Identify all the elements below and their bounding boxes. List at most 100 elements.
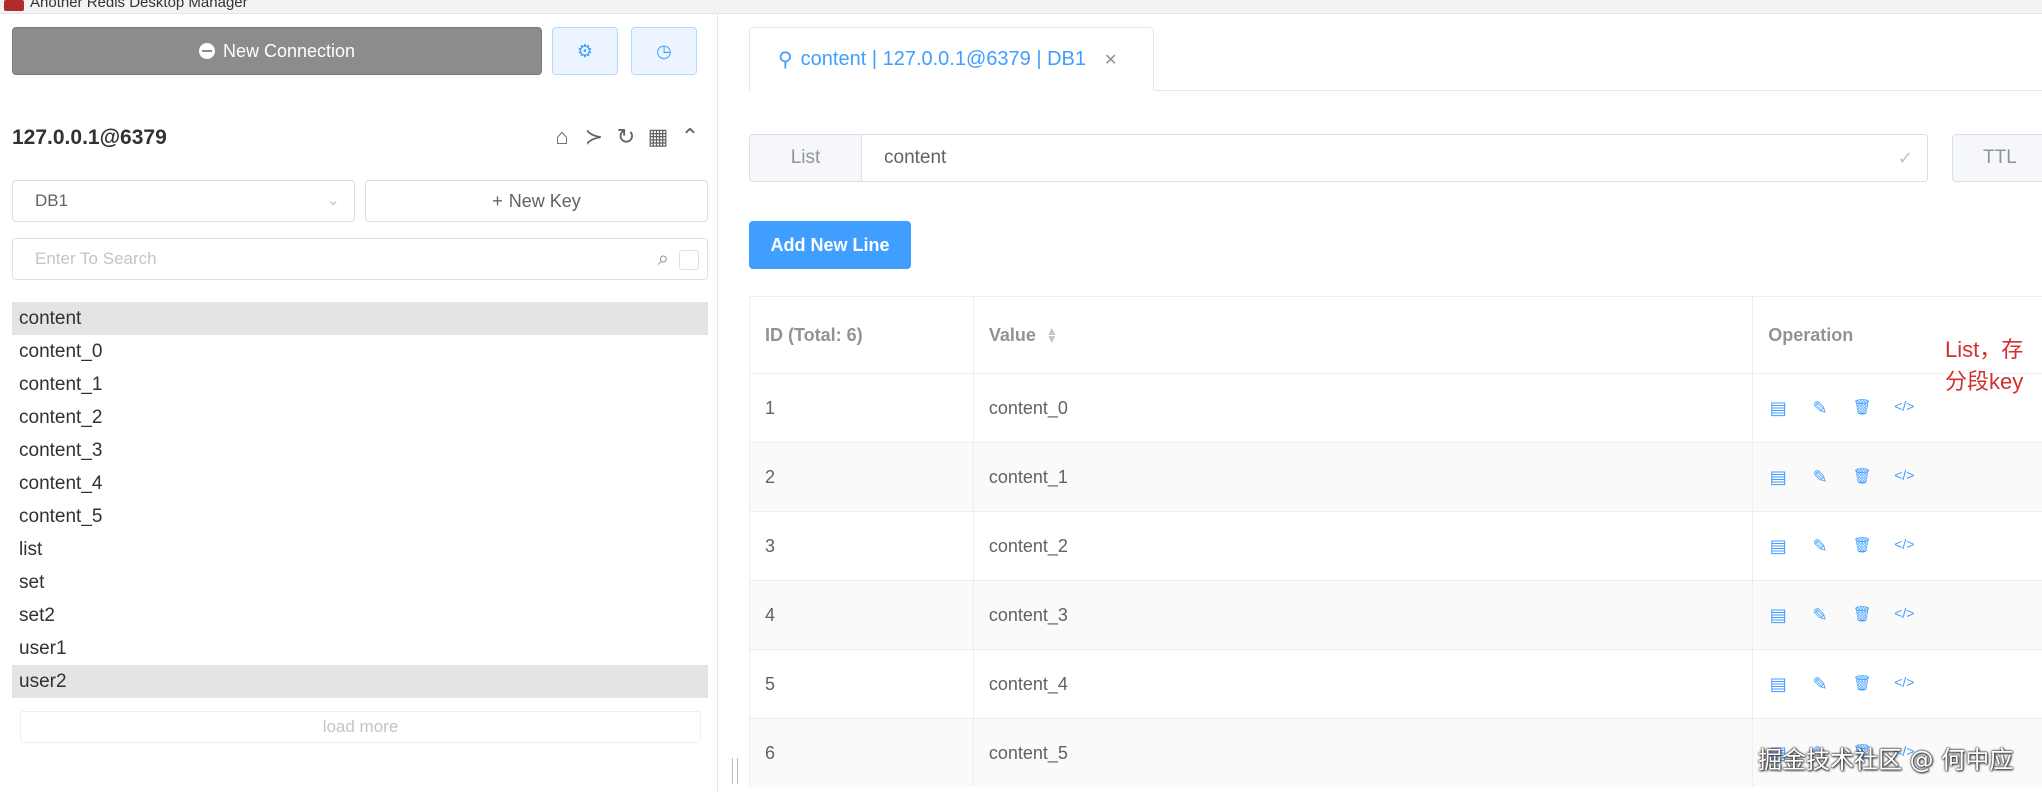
code-icon[interactable]: </>: [1894, 536, 1914, 557]
db-select[interactable]: DB1 ⌄: [12, 180, 355, 222]
tab-label: content | 127.0.0.1@6379 | DB1: [800, 48, 1086, 70]
tab-divider: [1154, 90, 2042, 91]
operation-icons: ▤ ✎ 🗑 </>: [1768, 467, 1915, 488]
clock-icon: ◷: [656, 40, 672, 61]
home-icon[interactable]: ⌂: [550, 124, 574, 150]
row-value: content_0: [974, 374, 1754, 442]
edit-icon[interactable]: ✎: [1810, 605, 1830, 626]
key-name-value: content: [884, 147, 947, 168]
key-list-item[interactable]: content_4: [12, 467, 708, 500]
table-row: 1 content_0 ▤ ✎ 🗑 </>: [750, 373, 2042, 442]
operation-icons: ▤ ✎ 🗑 </>: [1768, 605, 1915, 626]
connection-name[interactable]: 127.0.0.1@6379: [12, 126, 167, 150]
key-icon: ⚲: [778, 49, 793, 71]
new-key-button[interactable]: + New Key: [365, 180, 708, 222]
key-list-item[interactable]: user2: [12, 665, 708, 698]
row-id: 2: [750, 443, 974, 511]
column-header-id: ID (Total: 6): [750, 297, 974, 373]
row-value: content_1: [974, 443, 1754, 511]
row-operations: ▤ ✎ 🗑 </>: [1753, 581, 2042, 649]
key-list-item[interactable]: set: [12, 566, 708, 599]
view-icon[interactable]: ▤: [1768, 674, 1788, 695]
code-icon[interactable]: </>: [1894, 467, 1914, 488]
table-row: 3 content_2 ▤ ✎ 🗑 </>: [750, 511, 2042, 580]
key-list-item[interactable]: list: [12, 533, 708, 566]
key-list-item[interactable]: content_5: [12, 500, 708, 533]
row-operations: ▤ ✎ 🗑 </>: [1753, 650, 2042, 718]
key-list-item[interactable]: set2: [12, 599, 708, 632]
key-name-input[interactable]: content ✓: [862, 134, 1928, 182]
terminal-icon[interactable]: ≻: [582, 124, 606, 150]
table-body: 1 content_0 ▤ ✎ 🗑 </> 2 content_1 ▤ ✎ 🗑 </> 3 content…: [750, 373, 2042, 787]
edit-icon[interactable]: ✎: [1810, 674, 1830, 695]
new-connection-label: New Connection: [222, 40, 356, 61]
row-value: content_3: [974, 581, 1754, 649]
exact-match-checkbox[interactable]: [679, 250, 699, 270]
delete-icon[interactable]: 🗑: [1852, 467, 1872, 488]
ttl-label: TTL: [1952, 134, 2042, 182]
sort-icon[interactable]: ▲ ▼: [1046, 325, 1058, 345]
view-icon[interactable]: ▤: [1768, 467, 1788, 488]
row-value: content_2: [974, 512, 1754, 580]
operation-icons: ▤ ✎ 🗑 </>: [1768, 536, 1915, 557]
key-type-label: List: [749, 134, 862, 182]
db-select-value: DB1: [35, 191, 69, 210]
table-row: 4 content_3 ▤ ✎ 🗑 </>: [750, 580, 2042, 649]
load-more-button[interactable]: load more: [20, 711, 701, 743]
plus-circle-icon: [198, 43, 215, 59]
main-panel: ⚲ content | 127.0.0.1@6379 | DB1 ✕ List …: [718, 14, 2042, 792]
delete-icon[interactable]: 🗑: [1852, 398, 1872, 419]
table-row: 2 content_1 ▤ ✎ 🗑 </>: [750, 442, 2042, 511]
value-table: ID (Total: 6) Value ▲ ▼ Operation 1 conten…: [749, 296, 2042, 787]
refresh-icon[interactable]: ↻: [614, 124, 638, 150]
delete-icon[interactable]: 🗑: [1852, 605, 1872, 626]
delete-icon[interactable]: 🗑: [1852, 674, 1872, 695]
table-row: 5 content_4 ▤ ✎ 🗑 </>: [750, 649, 2042, 718]
view-icon[interactable]: ▤: [1768, 398, 1788, 419]
search-input[interactable]: Enter To Search ⌕: [12, 238, 708, 280]
row-operations: ▤ ✎ 🗑 </>: [1753, 443, 2042, 511]
key-list-item[interactable]: content_0: [12, 335, 708, 368]
app-icon: [4, 0, 24, 11]
key-list-item[interactable]: content_3: [12, 434, 708, 467]
code-icon[interactable]: </>: [1894, 674, 1914, 695]
edit-icon[interactable]: ✎: [1810, 398, 1830, 419]
chevron-up-icon[interactable]: ⌃: [678, 124, 702, 150]
row-id: 6: [750, 719, 974, 787]
edit-icon[interactable]: ✎: [1810, 467, 1830, 488]
plus-icon: +: [492, 190, 503, 211]
key-list-item[interactable]: content_1: [12, 368, 708, 401]
table-header: ID (Total: 6) Value ▲ ▼ Operation: [750, 297, 2042, 373]
column-header-value[interactable]: Value ▲ ▼: [974, 297, 1754, 373]
window-titlebar: Another Redis Desktop Manager: [0, 0, 2042, 14]
grid-icon[interactable]: ▦: [646, 124, 670, 150]
code-icon[interactable]: </>: [1894, 605, 1914, 626]
operation-icons: ▤ ✎ 🗑 </>: [1768, 398, 1915, 419]
key-list-item[interactable]: content_2: [12, 401, 708, 434]
edit-icon[interactable]: ✎: [1810, 536, 1830, 557]
row-value: content_4: [974, 650, 1754, 718]
delete-icon[interactable]: 🗑: [1852, 536, 1872, 557]
search-icon[interactable]: ⌕: [658, 239, 669, 279]
add-new-line-button[interactable]: Add New Line: [749, 221, 911, 269]
row-operations: ▤ ✎ 🗑 </>: [1753, 512, 2042, 580]
window-title: Another Redis Desktop Manager: [30, 0, 248, 11]
search-placeholder: Enter To Search: [35, 249, 157, 268]
view-icon[interactable]: ▤: [1768, 536, 1788, 557]
row-id: 5: [750, 650, 974, 718]
gear-icon: ⚙: [576, 40, 594, 61]
code-icon[interactable]: </>: [1894, 398, 1914, 419]
tab-content-key[interactable]: ⚲ content | 127.0.0.1@6379 | DB1 ✕: [749, 27, 1154, 91]
view-icon[interactable]: ▤: [1768, 605, 1788, 626]
row-id: 3: [750, 512, 974, 580]
connection-toolbar: ⌂ ≻ ↻ ▦ ⌃: [550, 124, 702, 150]
key-list-item[interactable]: content: [12, 302, 708, 335]
close-icon[interactable]: ✕: [1104, 50, 1117, 70]
settings-button[interactable]: ⚙: [552, 27, 618, 75]
key-list-item[interactable]: user1: [12, 632, 708, 665]
row-id: 1: [750, 374, 974, 442]
new-connection-button[interactable]: New Connection: [12, 27, 542, 75]
history-button[interactable]: ◷: [631, 27, 697, 75]
check-icon[interactable]: ✓: [1898, 135, 1913, 181]
operation-icons: ▤ ✎ 🗑 </>: [1768, 674, 1915, 695]
